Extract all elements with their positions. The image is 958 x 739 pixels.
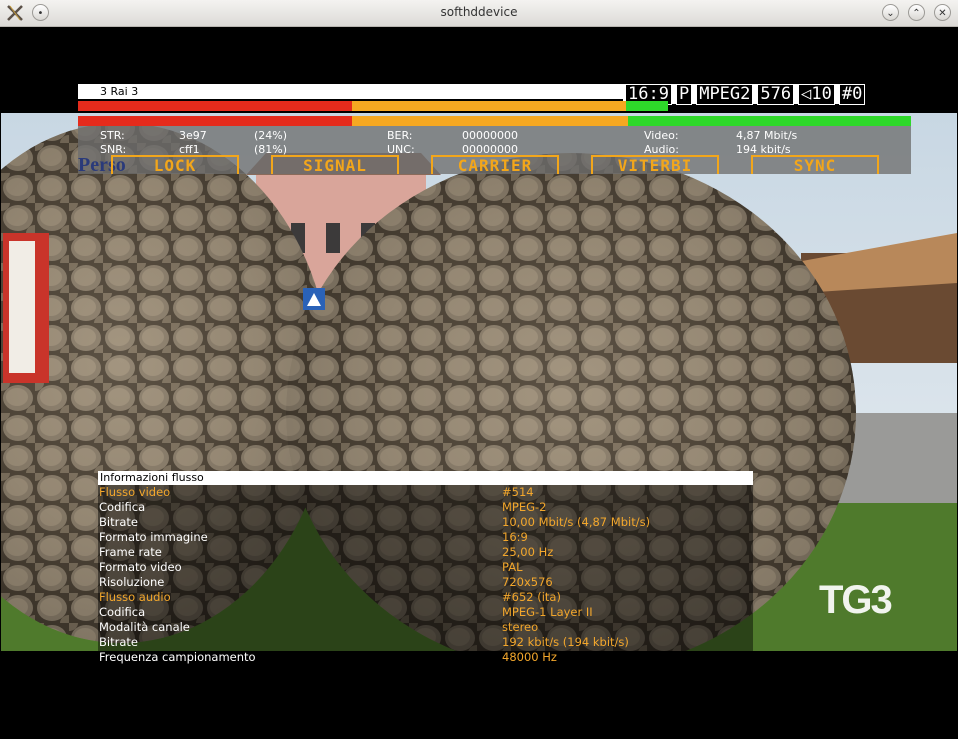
- broadcaster-logo: TG3: [819, 578, 893, 622]
- stream-info-row: Bitrate 192 kbit/s (194 kbit/s): [98, 635, 753, 650]
- close-icon: ✕: [938, 8, 947, 19]
- stream-info-label: Risoluzione: [99, 575, 165, 589]
- str-percent: (24%): [254, 129, 288, 142]
- stream-info-row: Formato immagine 16:9: [98, 530, 753, 545]
- stream-info-label: Modalità canale: [99, 620, 190, 634]
- progress-segment-green: [626, 101, 668, 111]
- stream-info-row: Bitrate 10,00 Mbit/s (4,87 Mbit/s): [98, 515, 753, 530]
- stream-info-value: 16:9: [502, 530, 528, 544]
- stream-info-value: 25,00 Hz: [502, 545, 554, 559]
- close-button[interactable]: ✕: [934, 4, 951, 21]
- video-rate-value: 4,87 Mbit/s: [736, 129, 798, 142]
- stream-info-label: Flusso video: [99, 485, 171, 499]
- progress-segment-red: [78, 101, 352, 111]
- stream-info-label: Codifica: [99, 500, 146, 514]
- stream-info-value: MPEG-2: [502, 500, 547, 514]
- stream-info-row: Codifica MPEG-2: [98, 500, 753, 515]
- status-indicators: Perso LOCK SIGNAL CARRIER VITERBI SYNC: [78, 152, 911, 176]
- stream-info-value: stereo: [502, 620, 539, 634]
- stream-info-value: 10,00 Mbit/s (4,87 Mbit/s): [502, 515, 651, 529]
- stream-info-label: Frequenza campionamento: [99, 650, 256, 664]
- channel-name: 3 Rai 3: [78, 84, 623, 99]
- stream-info-label: Bitrate: [99, 635, 138, 649]
- ber-value: 00000000: [462, 129, 518, 142]
- status-carrier: CARRIER: [431, 155, 559, 174]
- stream-info-row: Frequenza campionamento 48000 Hz: [98, 650, 753, 665]
- maximize-button[interactable]: ⌃: [908, 4, 925, 21]
- stream-info-title: Informazioni flusso: [98, 471, 753, 485]
- stream-info-row: Risoluzione 720x576: [98, 575, 753, 590]
- strength-bar-orange: [352, 116, 628, 126]
- stream-info-row: Formato video PAL: [98, 560, 753, 575]
- stream-info-panel: Flusso video #514 Codifica MPEG-2 Bitrate 10,…: [98, 471, 753, 664]
- track-badge: #0: [838, 84, 866, 105]
- window-titlebar: • softhddevice ⌄ ⌃ ✕: [0, 0, 958, 27]
- stream-info-label: Bitrate: [99, 515, 138, 529]
- window-title: softhddevice: [440, 5, 518, 19]
- video-rate-label: Video:: [644, 129, 679, 142]
- stream-info-value: 48000 Hz: [502, 650, 557, 664]
- stream-info-value: PAL: [502, 560, 523, 574]
- stream-info-row: Codifica MPEG-1 Layer II: [98, 605, 753, 620]
- str-value: 3e97: [179, 129, 207, 142]
- strength-bar-green: [628, 116, 911, 126]
- stream-info-value: #514: [502, 485, 534, 499]
- stream-info-value: MPEG-1 Layer II: [502, 605, 593, 619]
- chevron-down-icon: ⌄: [886, 8, 895, 19]
- stream-info-label: Formato immagine: [99, 530, 208, 544]
- status-signal: SIGNAL: [271, 155, 399, 174]
- codec-badge: MPEG2: [696, 84, 754, 105]
- strength-bar-red: [78, 116, 352, 126]
- stream-info-label: Formato video: [99, 560, 182, 574]
- str-label: STR:: [100, 129, 125, 142]
- stream-info-label: Frame rate: [99, 545, 162, 559]
- chevron-up-icon: ⌃: [912, 8, 921, 19]
- stream-info-row: Modalità canale stereo: [98, 620, 753, 635]
- minimize-button[interactable]: ⌄: [882, 4, 899, 21]
- stream-info-value: #652 (ita): [502, 590, 561, 604]
- stream-info-row: Frame rate 25,00 Hz: [98, 545, 753, 560]
- ber-label: BER:: [387, 129, 413, 142]
- resolution-badge: 576: [757, 84, 795, 105]
- stream-info-label: Codifica: [99, 605, 146, 619]
- status-viterbi: VITERBI: [591, 155, 719, 174]
- volume-badge: ◁10: [798, 84, 835, 105]
- progress-segment-orange: [352, 101, 626, 111]
- stream-info-value: 192 kbit/s (194 kbit/s): [502, 635, 629, 649]
- status-sync: SYNC: [751, 155, 879, 174]
- stream-info-section-row: Flusso video #514: [98, 485, 753, 500]
- video-output: 3 Rai 3 16:9 P MPEG2 576 ◁10 #0 STR: 3e9…: [1, 27, 957, 738]
- status-lock: LOCK: [111, 155, 239, 174]
- scan-badge: P: [675, 84, 693, 105]
- channel-osd: 3 Rai 3 16:9 P MPEG2 576 ◁10 #0 STR: 3e9…: [78, 84, 911, 176]
- stream-info-section-row: Flusso audio #652 (ita): [98, 590, 753, 605]
- stream-info-value: 720x576: [502, 575, 553, 589]
- stream-info-label: Flusso audio: [99, 590, 171, 604]
